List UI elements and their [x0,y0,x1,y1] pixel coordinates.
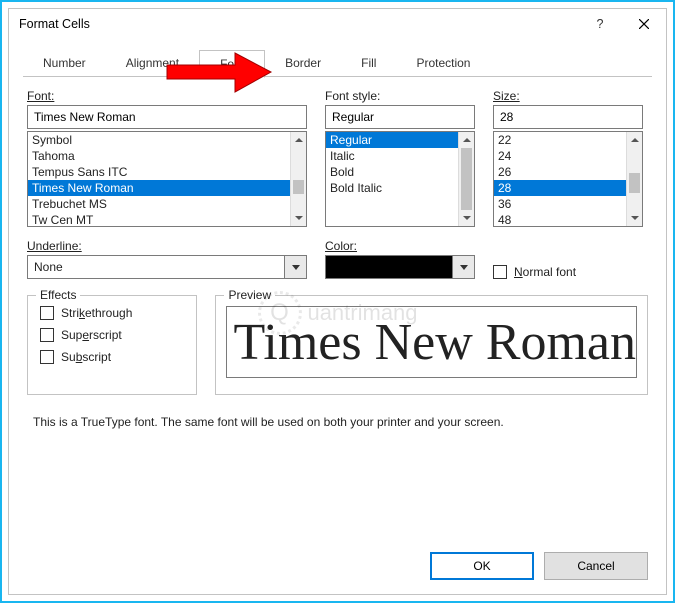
superscript-checkbox[interactable]: Superscript [40,328,184,342]
font-footnote: This is a TrueType font. The same font w… [33,415,642,429]
font-style-option[interactable]: Italic [326,148,458,164]
normal-font-checkbox[interactable]: Normal font [493,265,643,279]
superscript-label: Superscript [61,328,122,342]
dialog-buttons: OK Cancel [430,552,648,580]
checkbox-icon [40,350,54,364]
normal-font-label: Normal font [514,265,576,279]
format-cells-dialog: Format Cells ? Number Alignment Font Bor… [8,8,667,595]
size-option[interactable]: 26 [494,164,626,180]
size-scrollbar[interactable] [626,132,642,226]
underline-combo[interactable]: None [27,255,307,279]
font-style-input[interactable] [325,105,475,129]
dialog-title: Format Cells [19,17,90,31]
cancel-button[interactable]: Cancel [544,552,648,580]
font-option[interactable]: Tahoma [28,148,290,164]
preview-label: Preview [224,288,275,302]
effects-group: Effects Strikethrough Superscript Subscr… [27,295,197,395]
underline-label: Underline: [27,239,307,253]
strikethrough-label: Strikethrough [61,306,132,320]
size-option[interactable]: 36 [494,196,626,212]
font-input[interactable] [27,105,307,129]
close-icon [639,19,649,29]
checkbox-icon [493,265,507,279]
font-style-option[interactable]: Regular [326,132,458,148]
strikethrough-checkbox[interactable]: Strikethrough [40,306,184,320]
checkbox-icon [40,328,54,342]
font-option[interactable]: Tw Cen MT [28,212,290,226]
color-combo[interactable] [325,255,475,279]
help-button[interactable]: ? [578,9,622,39]
font-style-label: Font style: [325,89,475,103]
size-label: Size: [493,89,643,103]
color-swatch [325,255,453,279]
preview-group: Preview Times New Roman [215,295,648,395]
tab-content-font: Font: Symbol Tahoma Tempus Sans ITC Time… [9,77,666,437]
font-option[interactable]: Times New Roman [28,180,290,196]
font-scrollbar[interactable] [290,132,306,226]
font-style-scrollbar[interactable] [458,132,474,226]
size-option[interactable]: 28 [494,180,626,196]
tab-fill[interactable]: Fill [341,50,396,78]
close-button[interactable] [622,9,666,39]
titlebar: Format Cells ? [9,9,666,39]
tab-border[interactable]: Border [265,50,341,78]
font-option[interactable]: Tempus Sans ITC [28,164,290,180]
font-label: Font: [27,89,307,103]
chevron-down-icon[interactable] [285,255,307,279]
size-option[interactable]: 22 [494,132,626,148]
font-style-option[interactable]: Bold Italic [326,180,458,196]
preview-box: Times New Roman [226,306,637,378]
subscript-label: Subscript [61,350,111,364]
ok-button[interactable]: OK [430,552,534,580]
underline-value: None [27,255,285,279]
chevron-down-icon[interactable] [453,255,475,279]
size-input[interactable] [493,105,643,129]
subscript-checkbox[interactable]: Subscript [40,350,184,364]
font-option[interactable]: Symbol [28,132,290,148]
tab-font[interactable]: Font [199,50,265,78]
tab-strip: Number Alignment Font Border Fill Protec… [23,49,652,77]
font-style-option[interactable]: Bold [326,164,458,180]
font-option[interactable]: Trebuchet MS [28,196,290,212]
font-style-listbox[interactable]: Regular Italic Bold Bold Italic [325,131,475,227]
color-label: Color: [325,239,475,253]
effects-label: Effects [36,288,80,302]
size-option[interactable]: 48 [494,212,626,226]
tab-number[interactable]: Number [23,50,106,78]
tab-protection[interactable]: Protection [396,50,490,78]
font-listbox[interactable]: Symbol Tahoma Tempus Sans ITC Times New … [27,131,307,227]
size-option[interactable]: 24 [494,148,626,164]
size-listbox[interactable]: 22 24 26 28 36 48 [493,131,643,227]
tab-alignment[interactable]: Alignment [106,50,199,78]
checkbox-icon [40,306,54,320]
